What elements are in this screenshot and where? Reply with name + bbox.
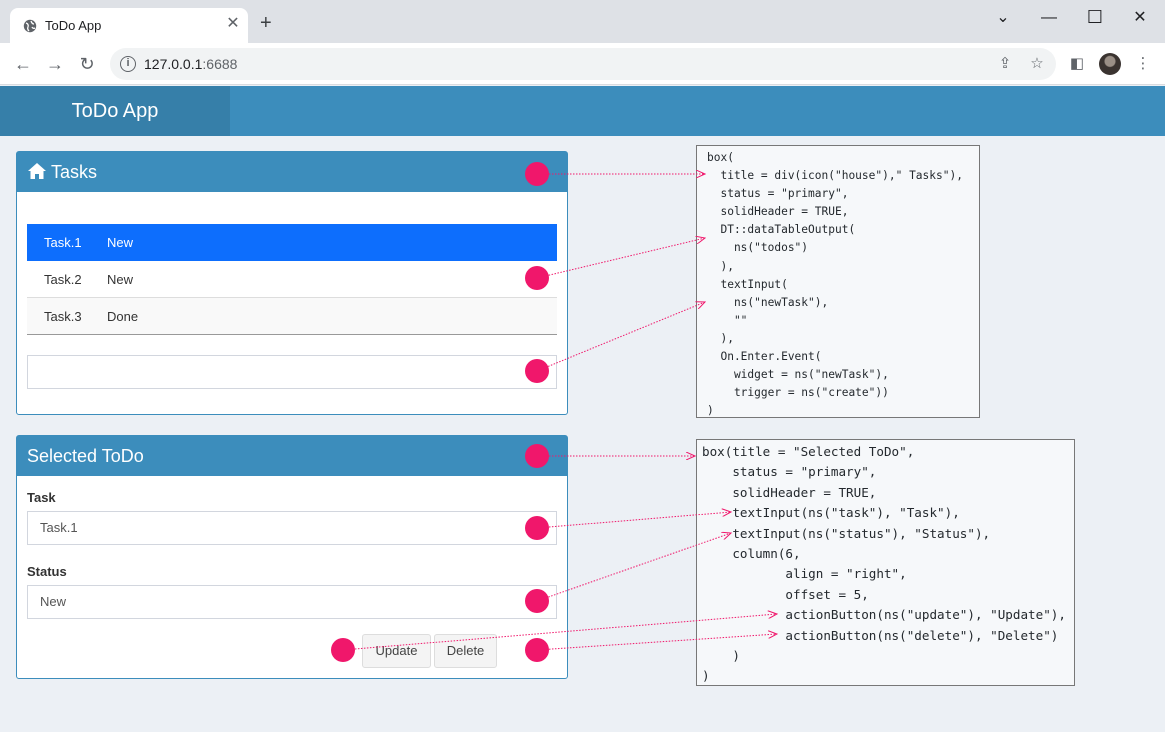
selected-todo-box: Selected ToDo Task Task.1 Status New Upd… bbox=[16, 435, 568, 679]
table-row[interactable]: Task.3 Done bbox=[27, 298, 557, 335]
chevron-down-icon[interactable]: ⌄ bbox=[993, 8, 1013, 28]
table-row[interactable]: Task.2 New bbox=[27, 261, 557, 298]
house-icon bbox=[28, 163, 46, 180]
code-line: box( bbox=[707, 151, 734, 164]
marker-dot bbox=[525, 638, 549, 662]
app-header: ToDo App bbox=[0, 86, 1165, 136]
maximize-icon[interactable]: ☐ bbox=[1085, 7, 1105, 27]
status-cell: New bbox=[107, 235, 134, 250]
table-row[interactable]: Task.1 New bbox=[27, 224, 557, 261]
forward-icon[interactable]: → bbox=[45, 54, 65, 74]
tab-title: ToDo App bbox=[45, 18, 102, 33]
code-line: trigger = ns("create")) bbox=[707, 386, 889, 400]
browser-tabstrip: ToDo App ✕ + ⌄ — ☐ ✕ bbox=[0, 0, 1165, 43]
tab-close-icon[interactable]: ✕ bbox=[225, 16, 241, 32]
browser-tab[interactable]: ToDo App ✕ bbox=[10, 8, 248, 43]
code-line: ) bbox=[707, 404, 714, 418]
code-line: ) bbox=[702, 648, 740, 664]
share-icon[interactable]: ⇪ bbox=[996, 55, 1014, 73]
status-label: Status bbox=[27, 564, 67, 579]
code-line: actionButton(ns("delete"), "Delete") bbox=[702, 627, 1059, 643]
marker-dot bbox=[525, 266, 549, 290]
reload-icon[interactable]: ↻ bbox=[77, 54, 97, 74]
url-text: 127.0.0.1:6688 bbox=[144, 56, 237, 72]
update-button[interactable]: Update bbox=[362, 634, 431, 668]
code-panel-selected: box(title = "Selected ToDo", status = "p… bbox=[696, 439, 1075, 686]
side-panel-icon[interactable]: ◧ bbox=[1067, 54, 1087, 74]
tasks-box: Tasks Task.1 New Task.2 New Task.3 Done bbox=[16, 151, 568, 415]
marker-dot bbox=[525, 516, 549, 540]
code-line: ns("newTask"), bbox=[707, 295, 829, 309]
selected-todo-title: Selected ToDo bbox=[27, 446, 144, 466]
marker-dot bbox=[525, 162, 549, 186]
url-host: 127.0.0.1 bbox=[144, 56, 203, 72]
code-line: status = "primary", bbox=[707, 187, 849, 201]
bookmark-star-icon[interactable]: ☆ bbox=[1028, 55, 1046, 73]
code-line: actionButton(ns("update"), "Update"), bbox=[702, 607, 1066, 623]
status-cell: New bbox=[107, 272, 134, 287]
app-title: ToDo App bbox=[0, 86, 230, 136]
code-line: status = "primary", bbox=[702, 464, 877, 480]
code-line: box(title = "Selected ToDo", bbox=[702, 444, 915, 459]
marker-dot bbox=[525, 589, 549, 613]
selected-todo-header: Selected ToDo bbox=[17, 436, 567, 476]
code-line: textInput(ns("status"), "Status"), bbox=[702, 525, 991, 541]
status-cell: Done bbox=[107, 309, 139, 324]
code-line: ns("todos") bbox=[707, 241, 809, 255]
address-bar[interactable]: i 127.0.0.1:6688 ⇪ ☆ bbox=[110, 48, 1056, 80]
code-line: offset = 5, bbox=[702, 586, 869, 602]
marker-dot bbox=[525, 444, 549, 468]
code-line: ), bbox=[707, 331, 734, 345]
code-line: DT::dataTableOutput( bbox=[707, 223, 856, 237]
task-cell: Task.2 bbox=[44, 272, 82, 287]
marker-dot bbox=[331, 638, 355, 662]
code-line: "" bbox=[707, 313, 748, 327]
status-field[interactable]: New bbox=[27, 585, 557, 619]
tasks-box-header: Tasks bbox=[17, 152, 567, 192]
site-info-icon[interactable]: i bbox=[120, 56, 136, 72]
delete-button[interactable]: Delete bbox=[434, 634, 497, 668]
code-line: align = "right", bbox=[702, 566, 907, 582]
code-line: solidHeader = TRUE, bbox=[702, 484, 877, 500]
code-line: On.Enter.Event( bbox=[707, 350, 822, 364]
code-panel-tasks: box( title = div(icon("house")," Tasks")… bbox=[696, 145, 980, 418]
task-label: Task bbox=[27, 490, 56, 505]
url-port: :6688 bbox=[202, 56, 238, 72]
code-line: ), bbox=[707, 259, 734, 273]
new-tab-button[interactable]: + bbox=[260, 13, 272, 33]
code-line: column(6, bbox=[702, 546, 801, 562]
minimize-icon[interactable]: — bbox=[1039, 8, 1059, 28]
close-icon[interactable]: ✕ bbox=[1130, 8, 1150, 28]
browser-toolbar: ← → ↻ i 127.0.0.1:6688 ⇪ ☆ ◧ ⋮ bbox=[0, 43, 1165, 85]
marker-dot bbox=[525, 359, 549, 383]
task-cell: Task.1 bbox=[44, 235, 82, 250]
code-line: textInput( bbox=[707, 277, 788, 291]
task-cell: Task.3 bbox=[44, 309, 82, 324]
code-line: widget = ns("newTask"), bbox=[707, 368, 889, 382]
new-task-input[interactable] bbox=[27, 355, 557, 389]
code-line: textInput(ns("task"), "Task"), bbox=[702, 505, 960, 521]
tasks-box-title: Tasks bbox=[51, 162, 98, 182]
menu-kebab-icon[interactable]: ⋮ bbox=[1133, 54, 1153, 74]
code-line: ) bbox=[702, 668, 710, 684]
globe-icon bbox=[23, 19, 37, 33]
avatar[interactable] bbox=[1099, 53, 1121, 75]
code-line: title = div(icon("house")," Tasks"), bbox=[707, 169, 963, 183]
back-icon[interactable]: ← bbox=[13, 54, 33, 74]
code-line: solidHeader = TRUE, bbox=[707, 205, 849, 219]
task-field[interactable]: Task.1 bbox=[27, 511, 557, 545]
